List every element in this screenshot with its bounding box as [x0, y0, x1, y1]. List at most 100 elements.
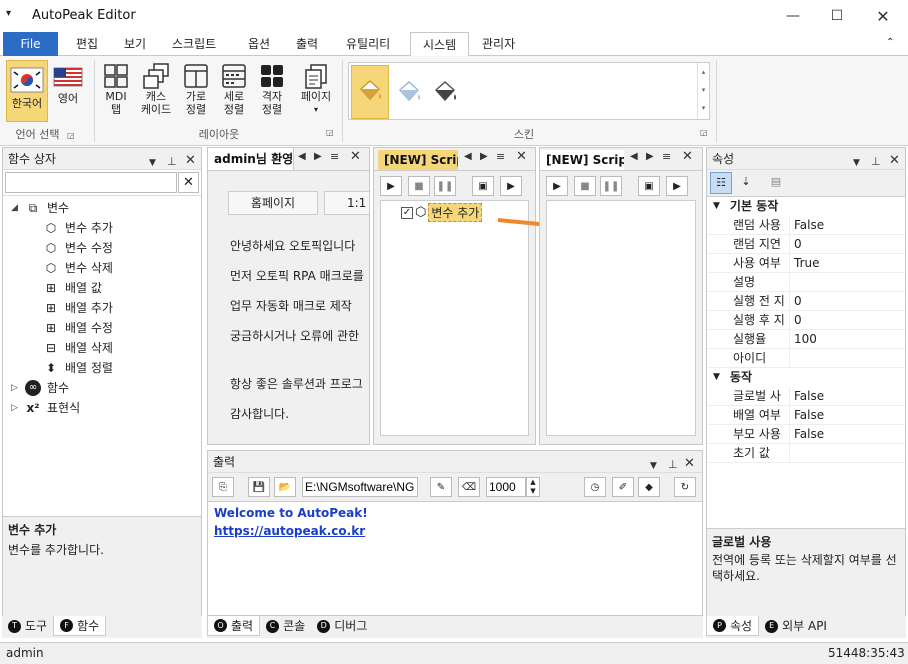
tree-item[interactable]: ⬡ 변수 수정 — [3, 238, 201, 258]
skin-group-launcher-icon[interactable]: ◲ — [700, 128, 708, 137]
property-row[interactable]: 실행 전 지 0 — [707, 292, 905, 311]
category-basic[interactable]: ▼ 기본 동작 — [707, 197, 905, 216]
skin-item-selected[interactable] — [351, 65, 389, 119]
tab-prev-icon[interactable]: ◀ — [630, 151, 638, 162]
pause-button[interactable]: ❚❚ — [600, 176, 622, 196]
property-value[interactable]: 0 — [789, 311, 905, 329]
skin-item-dark[interactable] — [429, 77, 461, 109]
skin-item-blue[interactable] — [393, 77, 425, 109]
horizontal-align-button[interactable]: 가로 정렬 — [180, 62, 212, 116]
property-value[interactable]: False — [789, 406, 905, 424]
expand-icon[interactable]: ◢ — [11, 198, 25, 218]
tab-script[interactable]: 스크립트 — [160, 32, 228, 56]
grid-align-button[interactable]: 격자 정렬 — [256, 62, 288, 116]
stop-button[interactable]: ■ — [574, 176, 596, 196]
property-row[interactable]: 배열 여부 False — [707, 406, 905, 425]
tree-item[interactable]: ⊞ 배열 수정 — [3, 318, 201, 338]
property-row[interactable]: 글로벌 사 False — [707, 387, 905, 406]
vertical-align-button[interactable]: 세로 정렬 — [218, 62, 250, 116]
property-row[interactable]: 실행율 100 — [707, 330, 905, 349]
alphabetical-sort-icon[interactable]: ⇣ — [735, 172, 757, 194]
tab-external-api[interactable]: E 외부 API — [759, 616, 833, 636]
refresh-icon[interactable]: ↻ — [674, 477, 696, 497]
tab-options[interactable]: 옵션 — [236, 32, 282, 56]
tree-item[interactable]: ▷ x² 표현식 — [3, 398, 201, 418]
script2-tab[interactable]: [NEW] Script 2 — [540, 150, 624, 170]
function-search-input[interactable] — [5, 172, 177, 193]
property-row[interactable]: 아이디 — [707, 349, 905, 368]
run-from-button[interactable]: ▶ — [500, 176, 522, 196]
tab-debug[interactable]: D 디버그 — [311, 616, 373, 636]
categorized-view-icon[interactable]: ☷ — [710, 172, 732, 194]
clear-search-button[interactable]: ✕ — [178, 172, 199, 193]
run-selected-button[interactable]: ▣ — [638, 176, 660, 196]
property-value[interactable]: 100 — [789, 330, 905, 348]
close-button[interactable]: ✕ — [860, 0, 906, 32]
property-row[interactable]: 랜덤 사용 False — [707, 216, 905, 235]
tree-item[interactable]: ⊞ 배열 값 — [3, 278, 201, 298]
folder-icon[interactable]: 📂 — [274, 477, 296, 497]
close-doc-icon[interactable]: ✕ — [516, 149, 527, 164]
property-row[interactable]: 랜덤 지연 0 — [707, 235, 905, 254]
collapse-icon[interactable]: ▼ — [713, 368, 720, 387]
korean-language-button[interactable]: 한국어 — [6, 60, 48, 122]
tab-properties[interactable]: P 속성 — [706, 616, 760, 636]
property-row[interactable]: 설명 — [707, 273, 905, 292]
close-panel-icon[interactable]: ✕ — [684, 453, 695, 475]
brush-icon[interactable]: ✐ — [612, 477, 634, 497]
system-menu-icon[interactable]: ▾ — [6, 8, 11, 19]
close-panel-icon[interactable]: ✕ — [889, 150, 900, 172]
stop-button[interactable]: ■ — [408, 176, 430, 196]
script1-tab[interactable]: [NEW] Script — [378, 150, 458, 170]
tab-edit[interactable]: 편집 — [64, 32, 110, 56]
clean-icon[interactable]: ✎ — [430, 477, 452, 497]
tab-console[interactable]: C 콘솔 — [260, 616, 311, 636]
group-launcher-icon[interactable]: ◲ — [67, 131, 75, 140]
tree-item[interactable]: ▷ ∞ 함수 — [3, 378, 201, 398]
tab-list-icon[interactable]: ≡ — [496, 150, 505, 163]
property-row[interactable]: 부모 사용 False — [707, 425, 905, 444]
english-language-button[interactable]: 영어 — [50, 62, 86, 122]
property-value[interactable] — [789, 273, 905, 291]
tree-item[interactable]: ◢ ⧉ 변수 — [3, 198, 201, 218]
maximize-button[interactable]: ☐ — [814, 0, 860, 32]
property-value[interactable] — [789, 444, 905, 462]
fill-icon[interactable]: ◆ — [638, 477, 660, 497]
homepage-button[interactable]: 홈페이지 — [228, 191, 318, 215]
tab-prev-icon[interactable]: ◀ — [298, 151, 306, 162]
close-doc-icon[interactable]: ✕ — [350, 149, 361, 164]
run-selected-button[interactable]: ▣ — [472, 176, 494, 196]
tab-output-log[interactable]: O 출력 — [207, 616, 261, 636]
new-log-icon[interactable]: ⎘ — [212, 477, 234, 497]
property-value[interactable]: 0 — [789, 292, 905, 310]
eraser-icon[interactable]: ⌫ — [458, 477, 480, 497]
tree-item[interactable]: ⊞ 배열 추가 — [3, 298, 201, 318]
tab-next-icon[interactable]: ▶ — [480, 151, 488, 162]
welcome-tab[interactable]: admin님 환영 — [208, 148, 294, 170]
tree-item[interactable]: ⬡ 변수 추가 — [3, 218, 201, 238]
category-action[interactable]: ▼ 동작 — [707, 368, 905, 387]
tab-list-icon[interactable]: ≡ — [330, 150, 339, 163]
page-dropdown-icon[interactable]: ▾ — [314, 103, 318, 116]
pause-button[interactable]: ❚❚ — [434, 176, 456, 196]
close-panel-icon[interactable]: ✕ — [185, 150, 196, 172]
gallery-scroll[interactable]: ▴ ▾ ▾ — [697, 63, 709, 119]
line-count-spinner[interactable]: ▲ ▼ — [526, 477, 540, 497]
tree-item[interactable]: ⬍ 배열 정렬 — [3, 358, 201, 378]
cascade-button[interactable]: 캐스 케이드 — [138, 62, 174, 116]
property-value[interactable]: False — [789, 216, 905, 234]
output-path-input[interactable] — [302, 477, 418, 497]
tab-utility[interactable]: 유틸리티 — [334, 32, 402, 56]
run-from-button[interactable]: ▶ — [666, 176, 688, 196]
tab-list-icon[interactable]: ≡ — [662, 150, 671, 163]
tab-next-icon[interactable]: ▶ — [646, 151, 654, 162]
tab-functions[interactable]: F 함수 — [53, 616, 107, 636]
one-to-one-button[interactable]: 1:1 — [324, 191, 369, 215]
tab-file[interactable]: File — [3, 32, 58, 56]
property-value[interactable]: False — [789, 387, 905, 405]
property-value[interactable]: True — [789, 254, 905, 272]
property-row[interactable]: 초기 값 — [707, 444, 905, 463]
minimize-button[interactable]: — — [770, 0, 816, 32]
tab-view[interactable]: 보기 — [112, 32, 158, 56]
property-row[interactable]: 실행 후 지 0 — [707, 311, 905, 330]
